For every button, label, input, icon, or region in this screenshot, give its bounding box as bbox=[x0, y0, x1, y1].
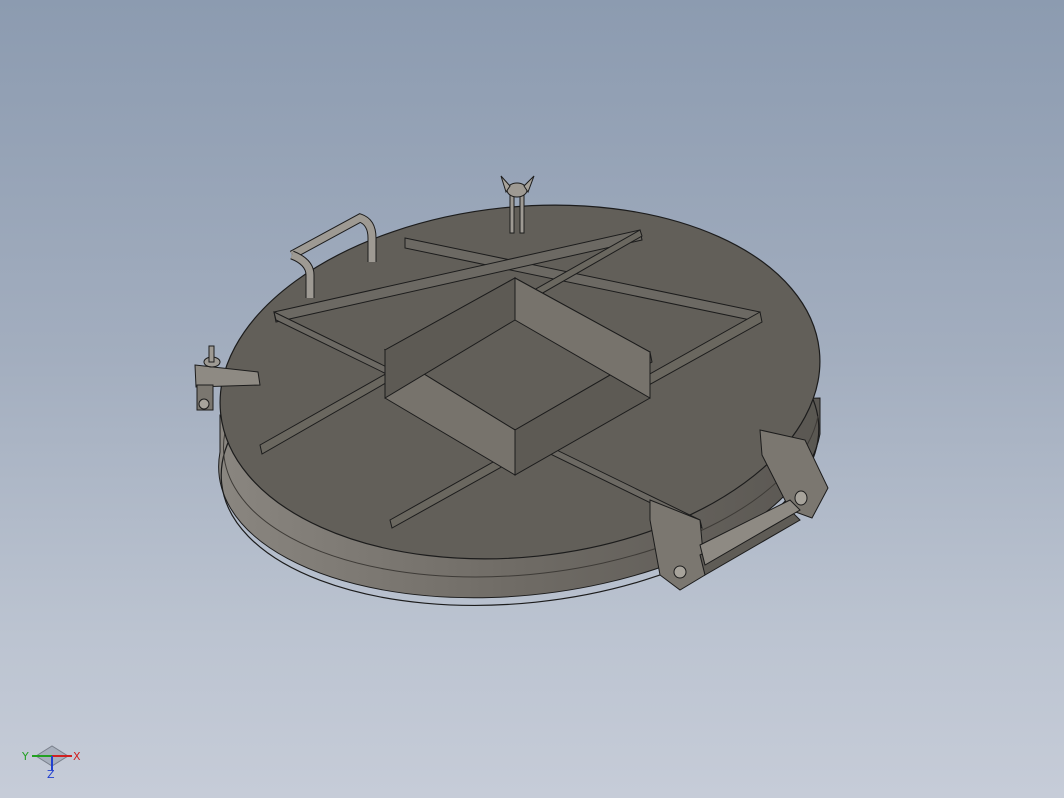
graphics-viewport[interactable]: X Y Z bbox=[0, 0, 1064, 798]
x-axis-label: X bbox=[73, 750, 81, 763]
y-axis-label: Y bbox=[21, 750, 29, 763]
view-orientation-triad: X Y Z bbox=[18, 738, 88, 782]
z-axis-label: Z bbox=[47, 768, 55, 781]
manhole-cover-model[interactable] bbox=[0, 0, 1064, 798]
